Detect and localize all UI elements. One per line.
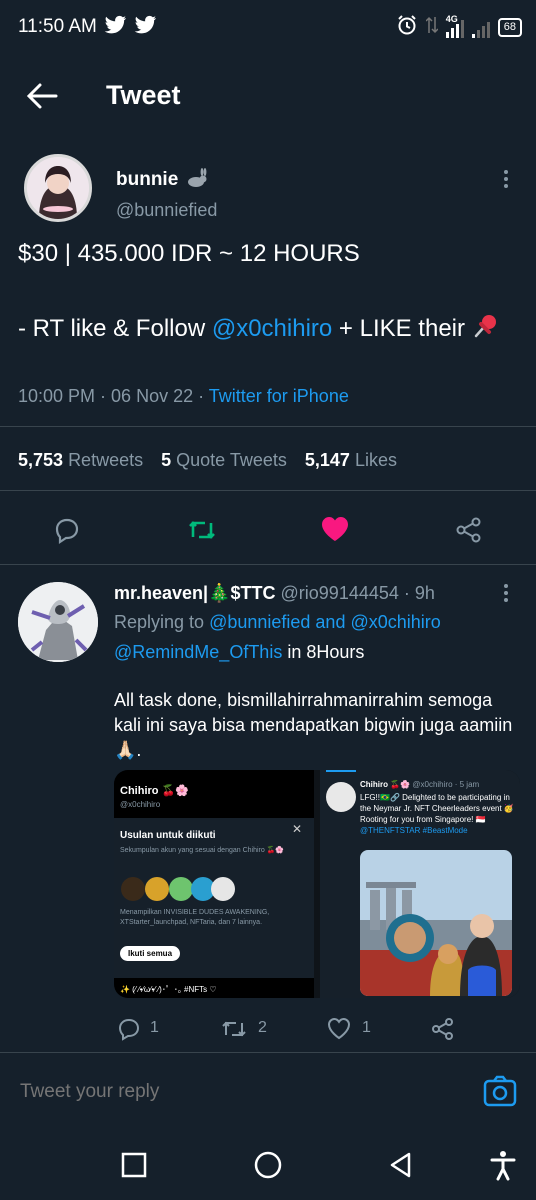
- network-type: 4G: [445, 13, 458, 24]
- tweet-source-link[interactable]: Twitter for iPhone: [209, 386, 349, 406]
- replying-to: Replying to @bunniefied and @x0chihiro: [114, 612, 441, 633]
- retweets-count: 5,753: [18, 450, 64, 470]
- suggest-desc: Menampilkan INVISIBLE DUDES AWAKENING, X…: [120, 909, 270, 926]
- suggest-title: Usulan untuk diikuti: [120, 830, 216, 841]
- quotes-stat[interactable]: 5 Quote Tweets: [161, 450, 287, 471]
- data-transfer-icon: [425, 15, 439, 40]
- android-nav-bar: [0, 1135, 536, 1200]
- quotes-count: 5: [161, 450, 172, 470]
- reply-author[interactable]: mr.heaven|🎄$TTC @rio99144454 · 9h: [114, 583, 435, 604]
- author-handle[interactable]: @bunniefied: [116, 200, 217, 221]
- reply-avatar[interactable]: [18, 582, 98, 662]
- suggest-sub: Sekumpulan akun yang sesuai dengan Chihi…: [120, 847, 285, 854]
- reply-retweet-icon[interactable]: [220, 1016, 248, 1047]
- media-right-header: Chihiro 🍒🌸 @x0chihiro · 5 jam: [360, 780, 479, 789]
- tweet-date: 06 Nov 22: [111, 386, 194, 406]
- camera-icon[interactable]: [482, 1074, 518, 1113]
- pushpin-emoji-icon: [472, 312, 500, 350]
- media-right-text: LFG!!🇧🇷🔗 Delighted to be participating i…: [360, 792, 516, 836]
- reply-composer: [0, 1052, 536, 1132]
- tweet-text-part: - RT like & Follow: [18, 315, 212, 342]
- reply-icon[interactable]: [52, 515, 82, 550]
- tweet-actions: [0, 505, 536, 553]
- close-icon: ✕: [292, 822, 303, 836]
- remind-text: in 8Hours: [282, 642, 365, 662]
- retweet-icon[interactable]: [186, 515, 218, 550]
- quotes-label: Quote Tweets: [176, 450, 287, 470]
- likes-count: 5,147: [304, 450, 350, 470]
- reply-more-options-icon[interactable]: [496, 584, 516, 602]
- suggest-avatars: [120, 876, 240, 902]
- media-left-bio: ✨ (⁄ ⁄•⁄ω⁄•⁄ ⁄)･゜･｡ #NFTs ♡: [120, 985, 217, 994]
- signal-icon-2: [471, 18, 490, 38]
- reply-comment-icon[interactable]: [116, 1016, 142, 1047]
- reply-author-name: mr.heaven|🎄$TTC: [114, 583, 276, 603]
- reply-like-count: 1: [362, 1019, 371, 1036]
- home-icon[interactable]: [253, 1150, 283, 1185]
- accessibility-icon[interactable]: [488, 1149, 518, 1186]
- media-indicator: [326, 770, 356, 772]
- replying-to-links[interactable]: @bunniefied and @x0chihiro: [209, 612, 441, 632]
- media-right-name: Chihiro 🍒🌸: [360, 780, 411, 789]
- divider: [0, 564, 536, 565]
- likes-label: Likes: [354, 450, 397, 470]
- back-arrow-icon[interactable]: [22, 78, 62, 119]
- media-right-tag: #BeastMode: [422, 826, 468, 835]
- reply-retweet-count: 2: [258, 1019, 267, 1036]
- media-right-body: LFG!!🇧🇷🔗 Delighted to be participating i…: [360, 793, 514, 824]
- reply-comment-count: 1: [150, 1019, 159, 1036]
- media-image-left[interactable]: Chihiro 🍒🌸 @x0chihiro Usulan untuk diiku…: [114, 770, 314, 998]
- tweet-meta: 10:00 PM · 06 Nov 22 · Twitter for iPhon…: [18, 386, 349, 406]
- mention-link[interactable]: @x0chihiro: [212, 315, 332, 342]
- top-bar: Tweet: [0, 60, 536, 130]
- media-left-name: Chihiro 🍒🌸: [120, 785, 189, 797]
- like-heart-icon[interactable]: [320, 515, 350, 548]
- media-right-mention: @THENFTSTAR: [360, 826, 421, 835]
- author-avatar[interactable]: [24, 154, 92, 222]
- tweet-text-part: + LIKE their: [332, 315, 465, 342]
- reply-actions: 1 2 1: [114, 1015, 520, 1045]
- reply-like-icon[interactable]: [326, 1016, 352, 1047]
- more-options-icon[interactable]: [496, 170, 516, 188]
- media-right-photo: [360, 850, 512, 996]
- suggest-card: Usulan untuk diikuti ✕ Sekumpulan akun y…: [114, 818, 314, 978]
- divider: [0, 490, 536, 491]
- remind-mention-link[interactable]: @RemindMe_OfThis: [114, 642, 282, 662]
- tweet-text-line2: - RT like & Follow @x0chihiro + LIKE the…: [18, 312, 518, 350]
- reply-share-icon[interactable]: [430, 1016, 456, 1047]
- tweet-stats: 5,753 Retweets 5 Quote Tweets 5,147 Like…: [18, 450, 397, 471]
- tweet-text-line1: $30 | 435.000 IDR ~ 12 HOURS: [18, 240, 360, 267]
- signal-icon: 4G: [445, 14, 464, 38]
- retweets-stat[interactable]: 5,753 Retweets: [18, 450, 143, 471]
- media-left-handle: @x0chihiro: [120, 800, 161, 809]
- alarm-icon: [396, 14, 418, 41]
- reply-text-line1: @RemindMe_OfThis in 8Hours: [114, 642, 364, 663]
- reply-age: 9h: [414, 583, 435, 603]
- tweet-time: 10:00 PM: [18, 386, 96, 406]
- page-title: Tweet: [106, 80, 181, 110]
- author-name-text: bunnie: [116, 169, 179, 190]
- reply-author-handle: @rio99144454: [280, 583, 399, 603]
- retweets-label: Retweets: [68, 450, 144, 470]
- author-name[interactable]: bunnie: [116, 168, 208, 194]
- back-nav-icon[interactable]: [386, 1150, 416, 1185]
- recent-apps-icon[interactable]: [120, 1151, 148, 1184]
- share-icon[interactable]: [454, 515, 484, 550]
- status-icons: 4G 68: [396, 14, 522, 41]
- reply-media[interactable]: Chihiro 🍒🌸 @x0chihiro Usulan untuk diiku…: [114, 770, 520, 998]
- media-image-right[interactable]: Chihiro 🍒🌸 @x0chihiro · 5 jam LFG!!🇧🇷🔗 D…: [320, 770, 520, 998]
- reply-body: All task done, bismillahirrahmanirrahim …: [114, 690, 513, 760]
- twitter-notification-icon: [104, 14, 156, 41]
- status-bar: 11:50 AM 4G 68: [0, 0, 536, 56]
- reply-input[interactable]: [18, 1074, 442, 1110]
- media-right-handle: @x0chihiro · 5 jam: [412, 780, 480, 789]
- rabbit-emoji-icon: [184, 168, 208, 194]
- media-right-avatar: [326, 782, 356, 812]
- divider: [0, 426, 536, 427]
- likes-stat[interactable]: 5,147 Likes: [305, 450, 397, 471]
- battery-icon: 68: [497, 18, 522, 37]
- replying-prefix: Replying to: [114, 612, 205, 632]
- status-time: 11:50 AM: [18, 16, 97, 37]
- follow-all-button: Ikuti semua: [120, 946, 181, 961]
